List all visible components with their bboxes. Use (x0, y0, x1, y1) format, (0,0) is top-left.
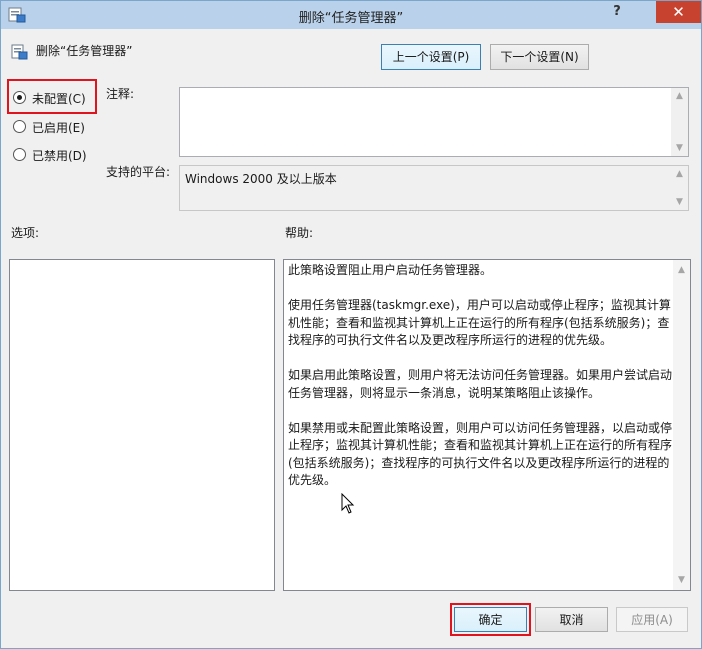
platform-field: Windows 2000 及以上版本 ▲ ▼ (179, 165, 689, 211)
help-label: 帮助: (285, 226, 314, 240)
policy-name: 删除“任务管理器” (36, 44, 133, 58)
mouse-pointer-icon (341, 493, 355, 514)
radio-label: 未配置(C) (32, 92, 86, 106)
radio-label: 已禁用(D) (32, 149, 87, 163)
apply-button[interactable]: 应用(A) (616, 607, 688, 632)
radio-indicator[interactable] (13, 91, 26, 104)
next-setting-button[interactable]: 下一个设置(N) (490, 44, 589, 70)
scroll-up-icon[interactable]: ▲ (671, 166, 688, 182)
help-paragraph: 使用任务管理器(taskmgr.exe)，用户可以启动或停止程序；监视其计算机性… (288, 298, 671, 347)
policy-dialog: 删除“任务管理器” ? ✕ 删除“任务管理器” 上一个设置(P) 下一个设置(N… (0, 0, 702, 649)
help-paragraph: 如果启用此策略设置，则用户将无法访问任务管理器。如果用户尝试启动任务管理器，则将… (288, 368, 673, 400)
scroll-down-icon[interactable]: ▼ (673, 572, 690, 588)
policy-setting-icon (11, 44, 28, 60)
help-paragraph: 此策略设置阻止用户启动任务管理器。 (288, 263, 493, 277)
options-label: 选项: (11, 226, 40, 240)
title-bar[interactable]: 删除“任务管理器” ? ✕ (1, 1, 701, 29)
scroll-up-icon[interactable]: ▲ (673, 262, 690, 278)
scroll-up-icon[interactable]: ▲ (671, 88, 688, 104)
help-paragraph: 如果禁用或未配置此策略设置，则用户可以访问任务管理器，以启动或停止程序；监视其计… (288, 420, 673, 488)
window-title: 删除“任务管理器” (298, 11, 404, 26)
previous-setting-button[interactable]: 上一个设置(P) (381, 44, 481, 70)
comment-field[interactable]: ▲ ▼ (179, 87, 689, 157)
comment-label: 注释: (106, 87, 135, 101)
radio-label: 已启用(E) (32, 121, 85, 135)
help-scrollbar[interactable]: ▲ ▼ (673, 260, 690, 590)
ok-button[interactable]: 确定 (454, 607, 527, 632)
close-button[interactable]: ✕ (656, 1, 701, 23)
platform-value: Windows 2000 及以上版本 (185, 172, 337, 186)
options-pane (9, 259, 275, 591)
scroll-down-icon[interactable]: ▼ (671, 194, 688, 210)
help-text: 此策略设置阻止用户启动任务管理器。 使用任务管理器(taskmgr.exe)，用… (288, 262, 680, 507)
help-icon[interactable]: ? (607, 3, 627, 23)
cancel-button[interactable]: 取消 (535, 607, 608, 632)
radio-indicator[interactable] (13, 148, 26, 161)
scroll-down-icon[interactable]: ▼ (671, 140, 688, 156)
comment-scrollbar[interactable]: ▲ ▼ (671, 88, 688, 156)
platform-scrollbar[interactable]: ▲ ▼ (671, 166, 688, 210)
platform-label: 支持的平台: (106, 165, 171, 179)
help-pane: 此策略设置阻止用户启动任务管理器。 使用任务管理器(taskmgr.exe)，用… (283, 259, 691, 591)
radio-indicator[interactable] (13, 120, 26, 133)
